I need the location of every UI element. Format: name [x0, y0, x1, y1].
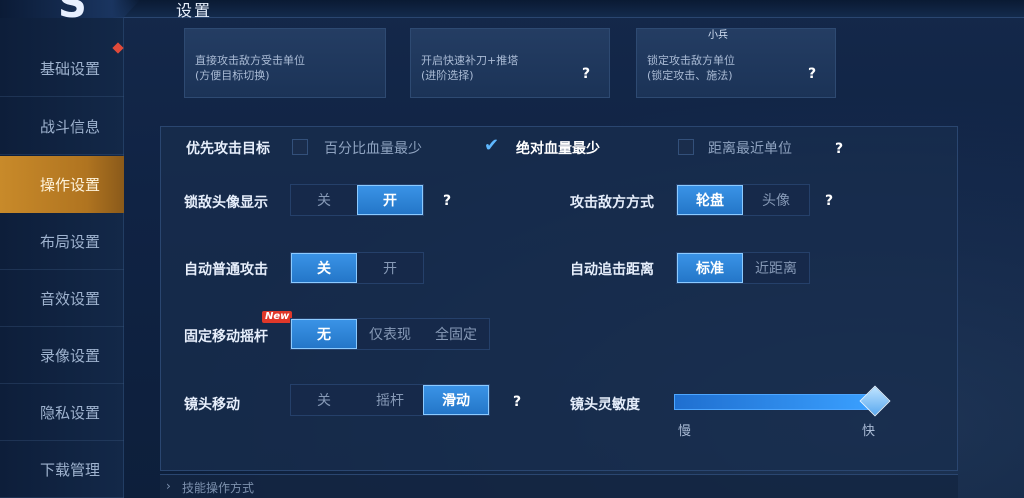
card-title: 直接攻击敌方受击单位 — [195, 54, 305, 67]
auto-attack-toggle: 关 开 — [290, 252, 424, 284]
sidebar-item-sound[interactable]: 音效设置 — [0, 270, 124, 327]
new-badge: New — [262, 311, 293, 323]
camera-move-toggle: 关 摇杆 滑动 — [290, 384, 490, 416]
camera-move-off[interactable]: 关 — [291, 385, 357, 415]
sidebar-item-battle-info[interactable]: 战斗信息 — [0, 98, 124, 155]
attack-mode-toggle: 轮盘 头像 — [676, 184, 810, 216]
attack-mode-label: 攻击敌方方式 — [570, 195, 654, 211]
sidebar-item-label: 音效设置 — [40, 289, 101, 308]
auto-chase-label: 自动追击距离 — [570, 262, 654, 278]
slider-max-label: 快 — [862, 424, 876, 439]
controls-settings-panel — [160, 126, 958, 471]
sidebar-item-label: 隐私设置 — [40, 403, 101, 422]
camera-move-joystick[interactable]: 摇杆 — [357, 385, 423, 415]
auto-attack-on[interactable]: 开 — [357, 253, 423, 283]
sidebar-item-basic[interactable]: 基础设置 — [0, 40, 124, 97]
lock-avatar-off[interactable]: 关 — [291, 185, 357, 215]
sidebar-item-label: 基础设置 — [40, 59, 101, 78]
sidebar-item-label: 下载管理 — [40, 460, 101, 479]
skill-operation-section[interactable]: › 技能操作方式 — [160, 474, 958, 498]
fixed-joystick-toggle: 无 仅表现 全固定 — [290, 318, 490, 350]
option-nearest-unit[interactable]: 距离最近单位 — [708, 138, 792, 158]
auto-attack-off[interactable]: 关 — [291, 253, 357, 283]
help-icon[interactable]: ? — [577, 65, 595, 83]
attack-mode-card-lock[interactable]: 锁定攻击敌方单位 (锁定攻击、施法) ? — [636, 28, 836, 98]
lock-avatar-toggle: 关 开 — [290, 184, 424, 216]
help-icon[interactable]: ? — [508, 393, 526, 411]
attack-mode-card-direct[interactable]: 直接攻击敌方受击单位 (方便目标切换) — [184, 28, 386, 98]
sidebar-item-privacy[interactable]: 隐私设置 — [0, 384, 124, 441]
help-icon[interactable]: ? — [438, 192, 456, 210]
card-tag: 小兵 — [708, 30, 728, 41]
card-subtitle: (进阶选择) — [421, 69, 474, 82]
fixed-joystick-full[interactable]: 全固定 — [423, 319, 489, 349]
card-title: 开启快速补刀+推塔 — [421, 54, 519, 67]
attack-mode-wheel[interactable]: 轮盘 — [677, 185, 743, 215]
card-subtitle: (方便目标切换) — [195, 69, 270, 82]
option-lowest-hp-percent[interactable]: 百分比血量最少 — [324, 138, 422, 158]
sidebar-item-label: 布局设置 — [40, 232, 101, 251]
help-icon[interactable]: ? — [820, 192, 838, 210]
card-title: 锁定攻击敌方单位 — [647, 54, 735, 67]
camera-move-swipe[interactable]: 滑动 — [423, 385, 489, 415]
attack-mode-avatar[interactable]: 头像 — [743, 185, 809, 215]
fixed-joystick-visual[interactable]: 仅表现 — [357, 319, 423, 349]
attack-mode-card-quick[interactable]: 开启快速补刀+推塔 (进阶选择) ? — [410, 28, 610, 98]
sidebar-item-label: 操作设置 — [40, 176, 101, 194]
section-title: 技能操作方式 — [182, 481, 255, 495]
lock-avatar-label: 锁敌头像显示 — [184, 195, 268, 211]
sidebar-item-replay[interactable]: 录像设置 — [0, 327, 124, 384]
sidebar-item-label: 战斗信息 — [40, 117, 101, 136]
auto-chase-standard[interactable]: 标准 — [677, 253, 743, 283]
auto-chase-toggle: 标准 近距离 — [676, 252, 810, 284]
slider-min-label: 慢 — [678, 424, 692, 439]
top-bar — [0, 0, 1024, 18]
sidebar-item-controls[interactable]: 操作设置 — [0, 156, 124, 213]
chevron-right-icon: › — [166, 479, 171, 493]
sidebar-item-label: 录像设置 — [40, 346, 101, 365]
fixed-joystick-label: 固定移动摇杆 — [184, 329, 268, 345]
help-icon[interactable]: ? — [803, 65, 821, 83]
sidebar-item-layout[interactable]: 布局设置 — [0, 213, 124, 270]
checkbox-lowest-hp-percent[interactable] — [292, 139, 308, 155]
sidebar-item-download[interactable]: 下载管理 — [0, 441, 124, 498]
back-arrow-icon[interactable]: S — [58, 0, 104, 24]
checkmark-icon[interactable]: ✔ — [484, 137, 499, 155]
camera-move-label: 镜头移动 — [184, 397, 240, 413]
lock-avatar-on[interactable]: 开 — [357, 185, 423, 215]
camera-sensitivity-slider[interactable] — [674, 394, 874, 410]
option-lowest-hp-absolute[interactable]: 绝对血量最少 — [516, 138, 600, 158]
auto-attack-label: 自动普通攻击 — [184, 262, 268, 278]
checkbox-nearest-unit[interactable] — [678, 139, 694, 155]
help-icon[interactable]: ? — [830, 140, 848, 158]
auto-chase-near[interactable]: 近距离 — [743, 253, 809, 283]
camera-sensitivity-label: 镜头灵敏度 — [570, 397, 640, 413]
card-subtitle: (锁定攻击、施法) — [647, 69, 733, 82]
fixed-joystick-none[interactable]: 无 — [291, 319, 357, 349]
page-title: 设置 — [176, 1, 213, 20]
priority-target-label: 优先攻击目标 — [186, 141, 270, 157]
